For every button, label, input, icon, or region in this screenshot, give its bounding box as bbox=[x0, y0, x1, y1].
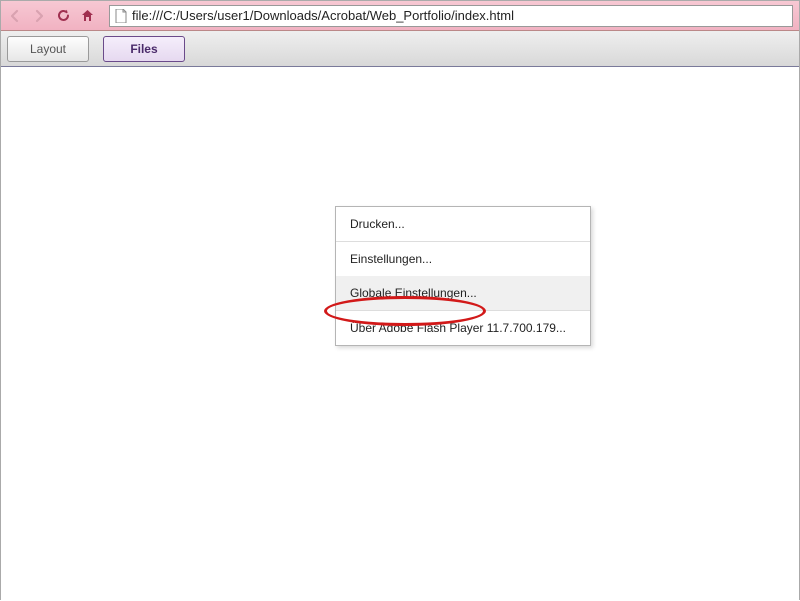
menu-item-label: Globale Einstellungen... bbox=[350, 286, 477, 300]
url-text: file:///C:/Users/user1/Downloads/Acrobat… bbox=[132, 8, 514, 23]
menu-item-label: Über Adobe Flash Player 11.7.700.179... bbox=[350, 321, 566, 335]
forward-icon[interactable] bbox=[31, 8, 47, 24]
flash-context-menu: Drucken... Einstellungen... Globale Eins… bbox=[335, 206, 591, 346]
document-icon bbox=[114, 9, 128, 23]
menu-item-print[interactable]: Drucken... bbox=[336, 207, 590, 241]
menu-item-label: Einstellungen... bbox=[350, 252, 432, 266]
browser-nav-toolbar: file:///C:/Users/user1/Downloads/Acrobat… bbox=[1, 1, 799, 31]
layout-button[interactable]: Layout bbox=[7, 36, 89, 62]
address-bar[interactable]: file:///C:/Users/user1/Downloads/Acrobat… bbox=[109, 5, 793, 27]
content-area: Drucken... Einstellungen... Globale Eins… bbox=[1, 67, 799, 601]
menu-item-settings[interactable]: Einstellungen... bbox=[336, 242, 590, 276]
reload-icon[interactable] bbox=[55, 8, 71, 24]
menu-item-label: Drucken... bbox=[350, 217, 405, 231]
files-button[interactable]: Files bbox=[103, 36, 185, 62]
files-button-label: Files bbox=[130, 42, 157, 56]
menu-item-global-settings[interactable]: Globale Einstellungen... bbox=[336, 276, 590, 310]
app-toolbar: Layout Files bbox=[1, 31, 799, 67]
layout-button-label: Layout bbox=[30, 42, 66, 56]
home-icon[interactable] bbox=[79, 8, 95, 24]
menu-item-about-flash[interactable]: Über Adobe Flash Player 11.7.700.179... bbox=[336, 311, 590, 345]
back-icon[interactable] bbox=[7, 8, 23, 24]
